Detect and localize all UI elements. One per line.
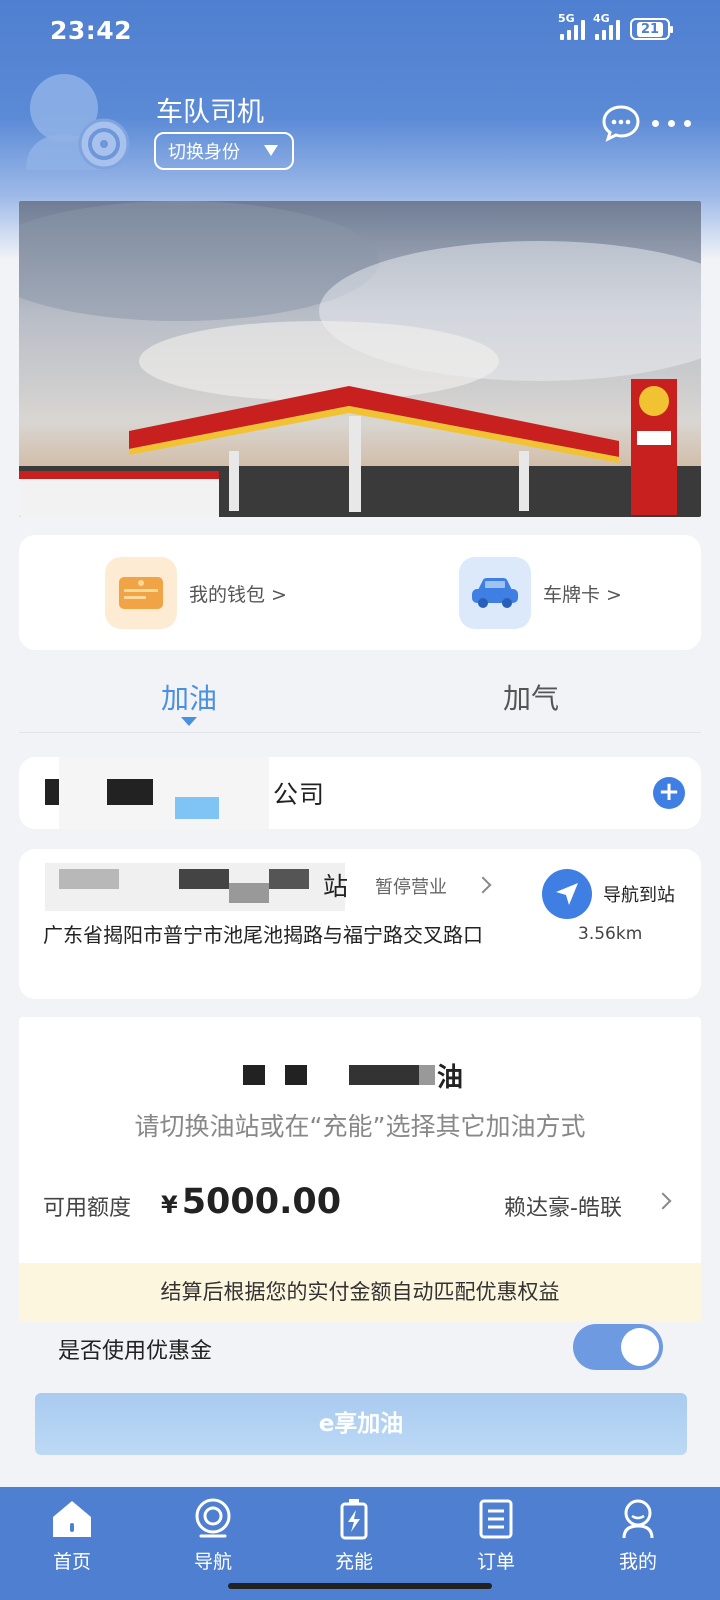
chevron-right-icon [474,876,492,894]
active-tab-indicator [181,717,197,726]
user-role-title: 车队司机 [156,97,264,128]
tab-fuel[interactable]: 加油 [161,677,217,717]
battery-level: 21 [636,21,664,37]
nav-profile-label: 我的 [618,1551,657,1573]
nav-profile[interactable]: 我的 [588,1497,688,1574]
navigate-to-station-label[interactable]: 导航到站 [603,881,675,907]
navigation-icon [191,1497,235,1541]
wallet-link[interactable]: 我的钱包 > [105,557,287,629]
station-status: 暂停营业 [375,877,447,898]
energy-icon [332,1497,376,1541]
coupon-toggle[interactable] [573,1324,663,1370]
toggle-knob [621,1328,659,1366]
signal-5g-icon: 5G [558,12,585,40]
station-card[interactable]: 站 暂停营业 广东省揭阳市普宁市池尾池揭路与福宁路交叉路口 导航到站 3.56k… [19,849,701,999]
nav-energy-label: 充能 [334,1551,373,1573]
switch-identity-label: 切换身份 [168,142,240,163]
redaction-block [229,883,269,903]
company-card[interactable]: 公司 + [19,757,701,829]
plate-card-link[interactable]: 车牌卡 > [459,557,622,629]
e-fuel-button[interactable]: e享加油 [35,1393,687,1455]
avatar[interactable] [22,70,130,170]
redaction-block [175,797,219,819]
more-options-icon[interactable] [652,120,691,127]
message-icon[interactable] [602,104,640,142]
station-name: 站 [323,872,349,901]
plate-card-label: 车牌卡 > [543,583,622,606]
nav-orders-label: 订单 [476,1551,515,1573]
station-address: 广东省揭阳市普宁市池尾池揭路与福宁路交叉路口 [43,923,483,947]
currency-symbol: ¥ [161,1191,178,1219]
home-indicator[interactable] [228,1583,492,1589]
panel-subtitle: 请切换油站或在“充能”选择其它加油方式 [134,1112,586,1141]
nav-home-label: 首页 [52,1551,91,1573]
signal-4g-icon: 4G [593,12,620,40]
nav-home[interactable]: 首页 [22,1497,122,1574]
profile-icon [616,1497,660,1541]
home-icon [50,1497,94,1541]
navigate-arrow-icon[interactable] [542,869,592,919]
quota-value: ¥5000.00 [161,1182,341,1222]
battery-icon: 21 [630,18,673,40]
panel-title: 油 [437,1063,464,1093]
chevron-right-icon [654,1192,672,1210]
add-company-button[interactable]: + [653,777,685,809]
wallet-icon [105,557,177,629]
gas-station-banner[interactable] [19,201,701,517]
nav-navigation[interactable]: 导航 [163,1497,263,1574]
tab-divider [19,732,701,733]
redaction-block [419,1065,435,1085]
wallet-label: 我的钱包 > [189,583,287,606]
switch-identity-button[interactable]: 切换身份 [154,132,294,170]
redaction-block [59,869,119,889]
nav-energy[interactable]: 充能 [304,1497,404,1574]
status-bar: 23:42 5G 4G 21 [0,0,720,66]
redaction-block [59,757,269,829]
quota-label: 可用额度 [43,1196,132,1221]
car-icon [459,557,531,629]
tab-gas[interactable]: 加气 [503,677,559,717]
promo-notice: 结算后根据您的实付金额自动匹配优惠权益 [19,1263,701,1321]
status-time: 23:42 [50,16,133,45]
redaction-block [179,869,229,889]
order-icon [474,1497,518,1541]
dropdown-arrow-icon [264,145,278,156]
station-distance: 3.56km [578,924,643,944]
nav-orders[interactable]: 订单 [446,1497,546,1574]
redaction-block [45,779,59,805]
redaction-block [349,1065,419,1085]
redaction-block [243,1065,265,1085]
quota-amount: 5000.00 [181,1182,342,1222]
redaction-block [107,779,153,805]
account-selector[interactable]: 赖达豪-皓联 [504,1190,622,1222]
redaction-block [285,1065,307,1085]
coupon-label: 是否使用优惠金 [58,1339,213,1364]
status-indicators: 5G 4G 21 [558,12,673,40]
company-name: 公司 [273,780,326,809]
redaction-block [269,869,309,889]
quick-links-card: 我的钱包 > 车牌卡 > [19,535,701,650]
nav-navigation-label: 导航 [193,1551,232,1573]
